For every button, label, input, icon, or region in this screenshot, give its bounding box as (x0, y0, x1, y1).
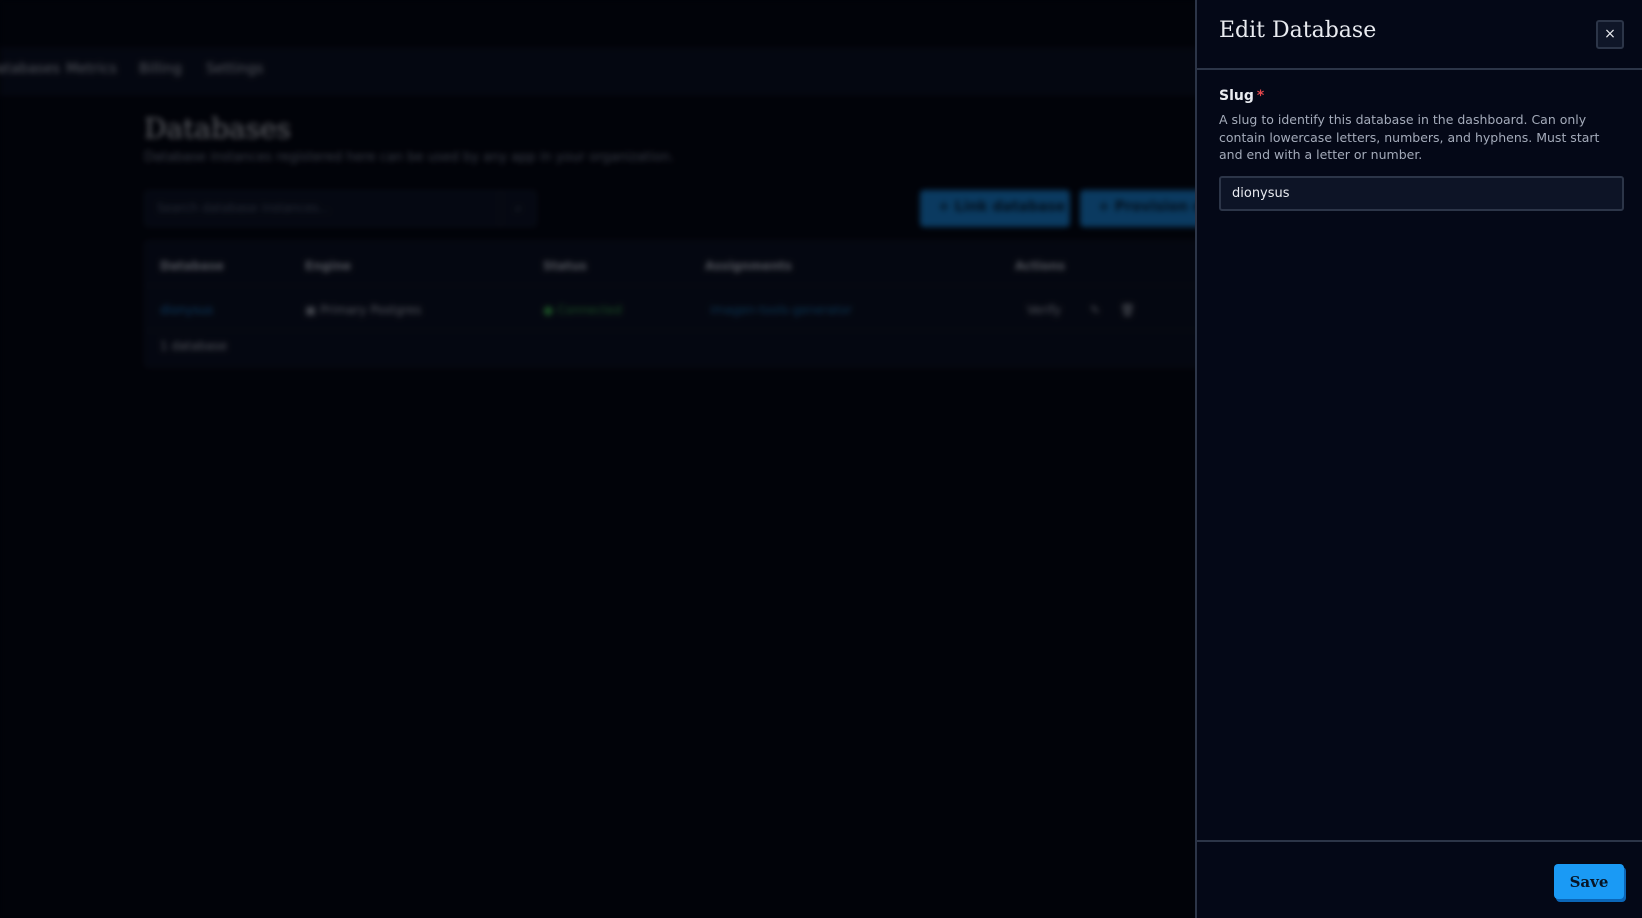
save-button[interactable]: Save (1554, 864, 1624, 899)
edit-database-panel: Edit Database × Slug * A slug to identify… (1195, 0, 1642, 918)
close-icon: × (1604, 26, 1616, 42)
panel-footer: Save (1197, 840, 1642, 918)
panel-title: Edit Database (1219, 18, 1377, 43)
required-mark: * (1256, 88, 1265, 104)
slug-input[interactable] (1219, 176, 1624, 211)
modal-backdrop[interactable] (0, 0, 1195, 918)
slug-description: A slug to identify this database in the … (1219, 112, 1600, 162)
close-button[interactable]: × (1596, 20, 1624, 49)
slug-label: Slug * (1219, 88, 1264, 104)
slug-label-text: Slug (1219, 88, 1254, 104)
panel-header: Edit Database × (1197, 0, 1642, 70)
